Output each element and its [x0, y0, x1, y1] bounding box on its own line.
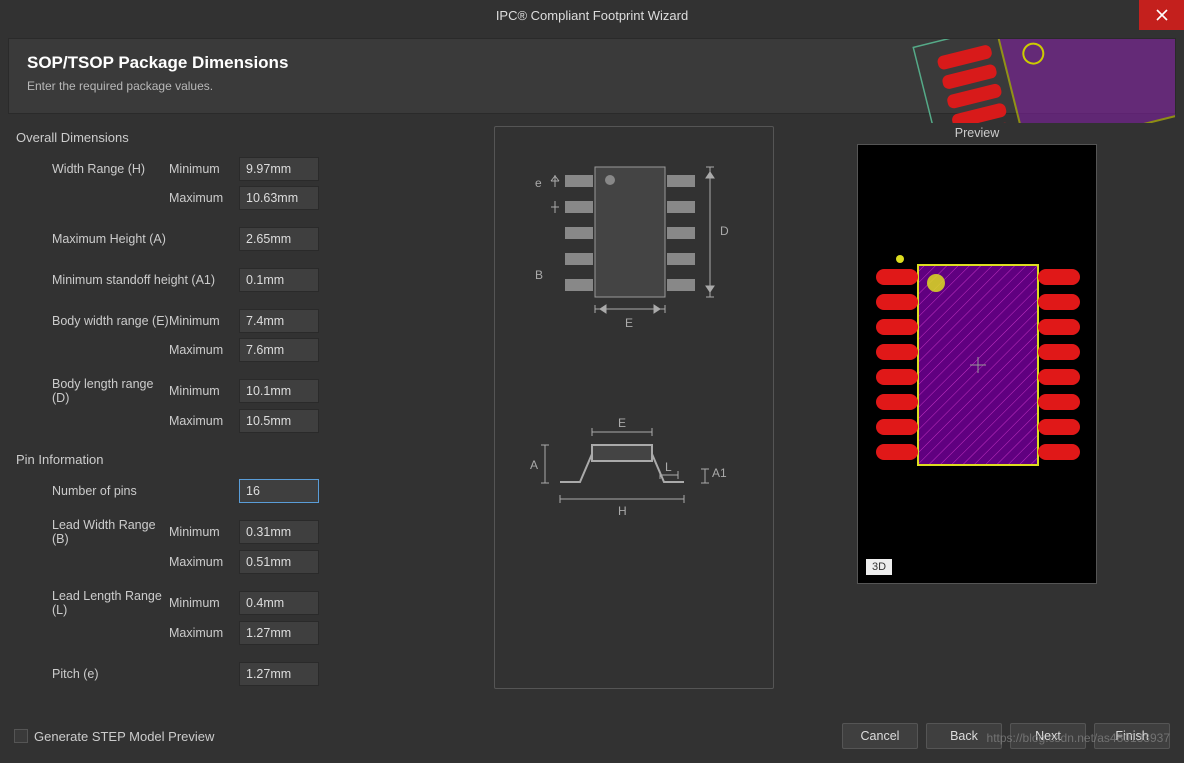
width-range-min-input[interactable] — [239, 157, 319, 181]
generate-step-checkbox[interactable] — [14, 729, 28, 743]
lead-length-min-input[interactable] — [239, 591, 319, 615]
close-icon — [1156, 9, 1168, 21]
body-width-min-input[interactable] — [239, 309, 319, 333]
form-column: Overall Dimensions Width Range (H) Minim… — [14, 126, 424, 689]
overall-dimensions-title: Overall Dimensions — [16, 130, 424, 145]
min-standoff-label: Minimum standoff height (A1) — [14, 273, 239, 287]
lead-length-max-input[interactable] — [239, 621, 319, 645]
width-range-max-input[interactable] — [239, 186, 319, 210]
lead-width-label: Lead Width Range (B) — [14, 518, 169, 546]
header-panel: SOP/TSOP Package Dimensions Enter the re… — [8, 38, 1176, 114]
body-width-max-input[interactable] — [239, 338, 319, 362]
lead-length-label: Lead Length Range (L) — [14, 589, 169, 617]
svg-text:L: L — [665, 460, 672, 474]
page-title: SOP/TSOP Package Dimensions — [27, 53, 288, 73]
pitch-label: Pitch (e) — [14, 667, 169, 681]
body-length-label: Body length range (D) — [14, 377, 169, 405]
svg-text:e: e — [535, 176, 542, 190]
num-pins-input[interactable] — [239, 479, 319, 503]
diagram-panel: e B D E E A A1 — [494, 126, 774, 689]
max-label: Maximum — [169, 191, 239, 205]
svg-text:B: B — [535, 268, 543, 282]
preview-3d-button[interactable]: 3D — [866, 559, 892, 575]
pin-information-title: Pin Information — [16, 452, 424, 467]
body-width-label: Body width range (E) — [14, 314, 169, 328]
max-height-label: Maximum Height (A) — [14, 232, 169, 246]
cancel-button[interactable]: Cancel — [842, 723, 918, 749]
svg-text:E: E — [625, 316, 633, 330]
generate-step-label: Generate STEP Model Preview — [34, 729, 214, 744]
watermark: https://blog.csdn.net/as480133937 — [987, 731, 1170, 745]
min-standoff-input[interactable] — [239, 268, 319, 292]
preview-viewport[interactable]: 3D — [857, 144, 1097, 584]
lead-width-max-input[interactable] — [239, 550, 319, 574]
preview-title: Preview — [784, 126, 1170, 140]
svg-text:H: H — [618, 504, 627, 518]
close-button[interactable] — [1139, 0, 1184, 30]
width-range-label: Width Range (H) — [14, 162, 169, 176]
window-title: IPC® Compliant Footprint Wizard — [496, 8, 688, 23]
pitch-input[interactable] — [239, 662, 319, 686]
svg-text:E: E — [618, 416, 626, 430]
body-length-max-input[interactable] — [239, 409, 319, 433]
titlebar: IPC® Compliant Footprint Wizard — [0, 0, 1184, 30]
body-length-min-input[interactable] — [239, 379, 319, 403]
preview-render — [858, 145, 1098, 585]
svg-text:A1: A1 — [712, 466, 727, 480]
svg-text:D: D — [720, 224, 729, 238]
package-diagram: e B D E E A A1 — [505, 137, 755, 577]
min-label: Minimum — [169, 162, 239, 176]
max-height-input[interactable] — [239, 227, 319, 251]
num-pins-label: Number of pins — [14, 484, 169, 498]
preview-column: Preview — [784, 126, 1170, 689]
svg-text:A: A — [530, 458, 538, 472]
lead-width-min-input[interactable] — [239, 520, 319, 544]
header-decoration: 1 — [895, 39, 1175, 123]
page-subtitle: Enter the required package values. — [27, 79, 288, 93]
